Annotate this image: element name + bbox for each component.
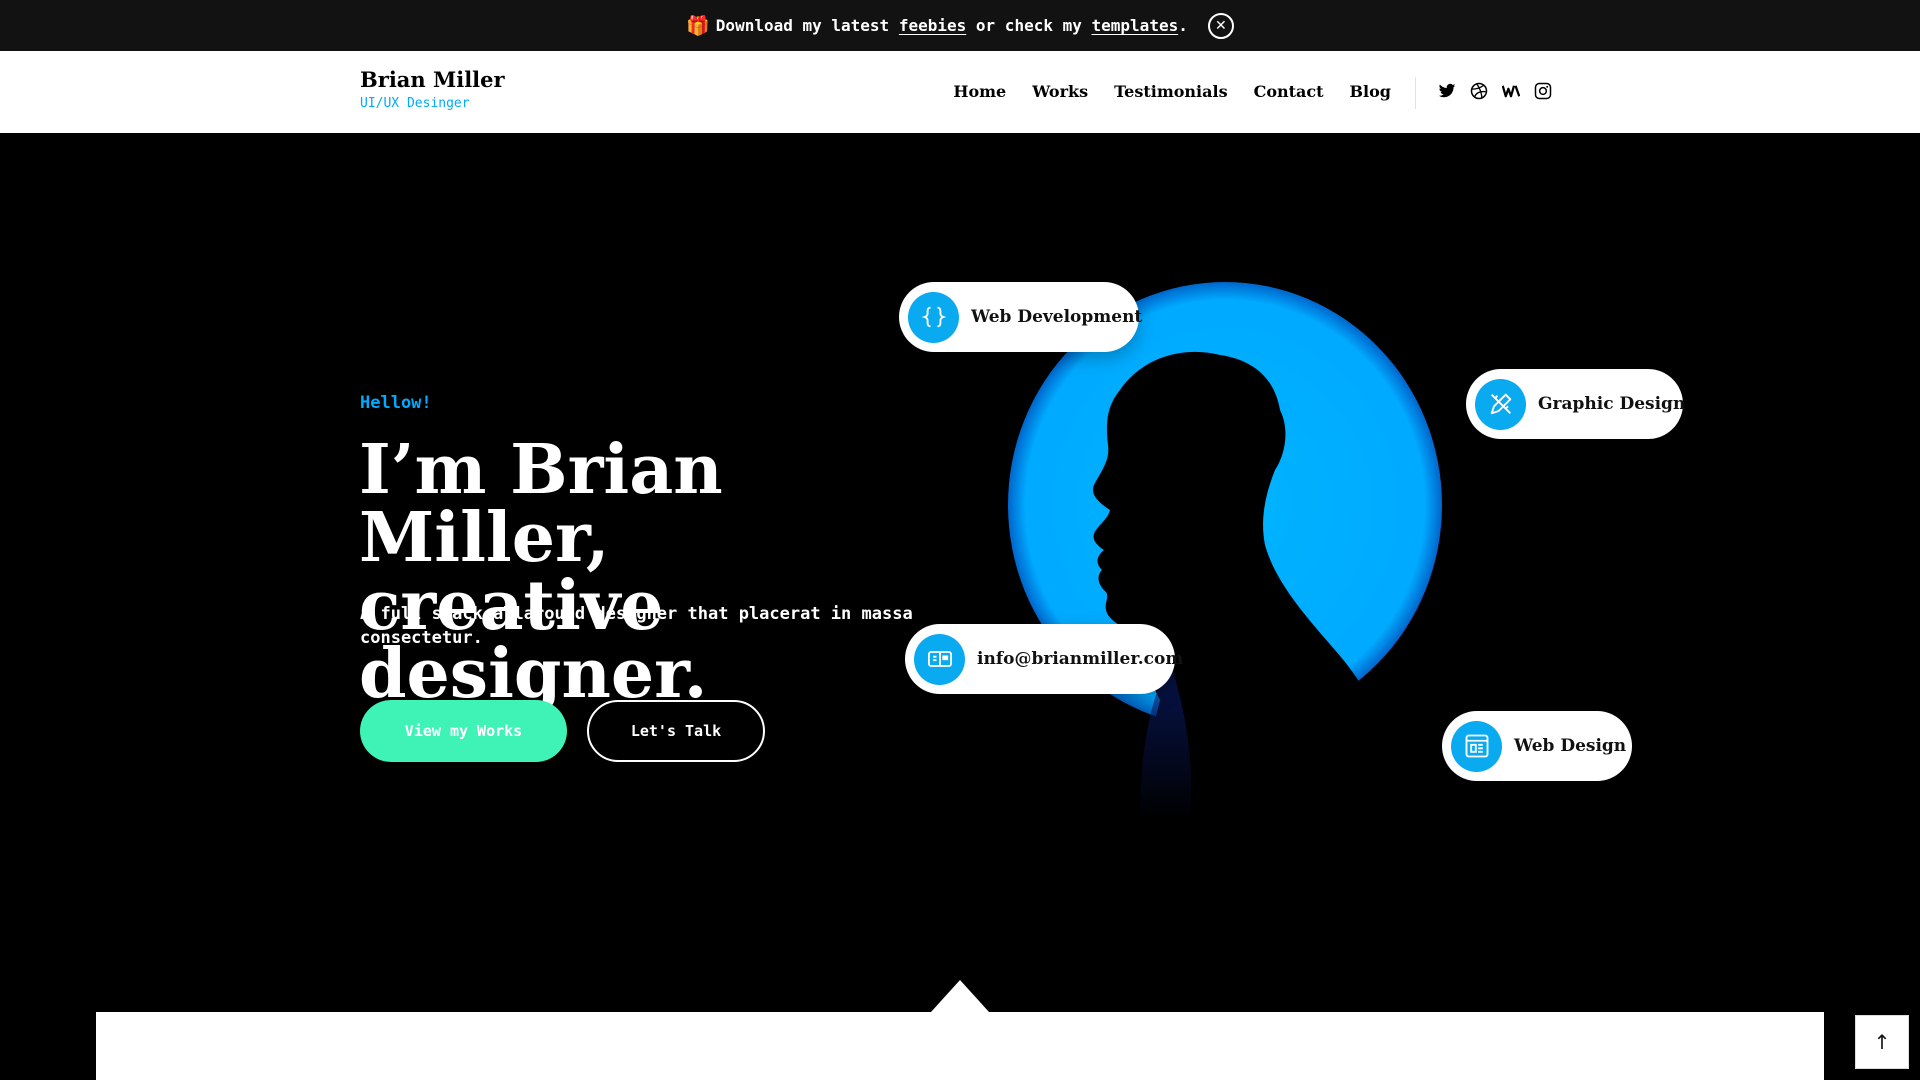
site-header: Brian Miller UI/UX Desinger Home Works T…	[0, 51, 1920, 133]
pencil-ruler-icon	[1490, 393, 1511, 415]
announcement-text-2: or check my	[975, 16, 1082, 35]
back-to-top-button[interactable]: ↑	[1855, 1015, 1909, 1069]
close-icon[interactable]: ✕	[1207, 12, 1234, 39]
feebies-link[interactable]: feebies	[899, 16, 966, 35]
templates-link[interactable]: templates	[1092, 16, 1179, 35]
chip-graphic-design[interactable]: Graphic Design	[1466, 369, 1686, 439]
nav-testimonials[interactable]: Testimonials	[1114, 82, 1228, 101]
web-development-badge	[908, 291, 959, 343]
chip-web-design[interactable]: Web Design	[1442, 711, 1632, 781]
web-design-badge	[1451, 720, 1502, 772]
chip-web-development[interactable]: Web Development	[899, 282, 1143, 352]
announcement-text-3: .	[1178, 16, 1188, 35]
nav-contact[interactable]: Contact	[1254, 82, 1324, 101]
announcement-text-1: Download my latest	[715, 16, 890, 35]
hero-headline: I’m Brian Miller, creative designer.	[359, 436, 979, 708]
nav-home[interactable]: Home	[953, 82, 1006, 101]
dribbble-icon[interactable]	[1470, 82, 1488, 100]
lets-talk-button[interactable]: Let's Talk	[587, 700, 765, 762]
chip-email[interactable]: info@brianmiller.com	[905, 624, 1183, 694]
chip-email-label: info@brianmiller.com	[977, 649, 1184, 669]
wix-icon[interactable]	[1502, 82, 1520, 100]
chip-web-development-label: Web Development	[971, 307, 1143, 327]
headline-line-1: I’m Brian Miller,	[359, 430, 723, 578]
view-works-button[interactable]: View my Works	[360, 700, 567, 762]
social-links	[1438, 82, 1552, 100]
code-icon	[921, 306, 946, 328]
hero-greeting: Hellow!	[360, 393, 432, 413]
hero-subtext: A full stack allaround designer that pla…	[360, 604, 913, 648]
brand[interactable]: Brian Miller UI/UX Desinger	[360, 67, 505, 111]
mailbox-icon	[927, 651, 952, 667]
main-nav: Home Works Testimonials Contact Blog	[953, 82, 1391, 101]
brand-name: Brian Miller	[360, 67, 505, 92]
hero-portrait	[990, 282, 1470, 820]
next-section-panel	[96, 1012, 1824, 1080]
instagram-icon[interactable]	[1534, 82, 1552, 100]
gift-icon: 🎁	[686, 15, 710, 37]
email-badge	[914, 633, 965, 685]
nav-works[interactable]: Works	[1032, 82, 1088, 101]
chip-web-design-label: Web Design	[1514, 736, 1627, 756]
section-pointer	[931, 980, 989, 1012]
graphic-design-badge	[1475, 378, 1526, 430]
brand-role: UI/UX Desinger	[360, 96, 470, 111]
nav-blog[interactable]: Blog	[1350, 82, 1391, 101]
twitter-icon[interactable]	[1438, 82, 1456, 100]
chip-graphic-design-label: Graphic Design	[1538, 394, 1686, 414]
announcement-bar: 🎁 Download my latest feebies or check my…	[0, 0, 1920, 51]
layout-icon	[1465, 734, 1488, 758]
arrow-up-icon: ↑	[1873, 1030, 1891, 1054]
nav-divider	[1415, 77, 1416, 109]
